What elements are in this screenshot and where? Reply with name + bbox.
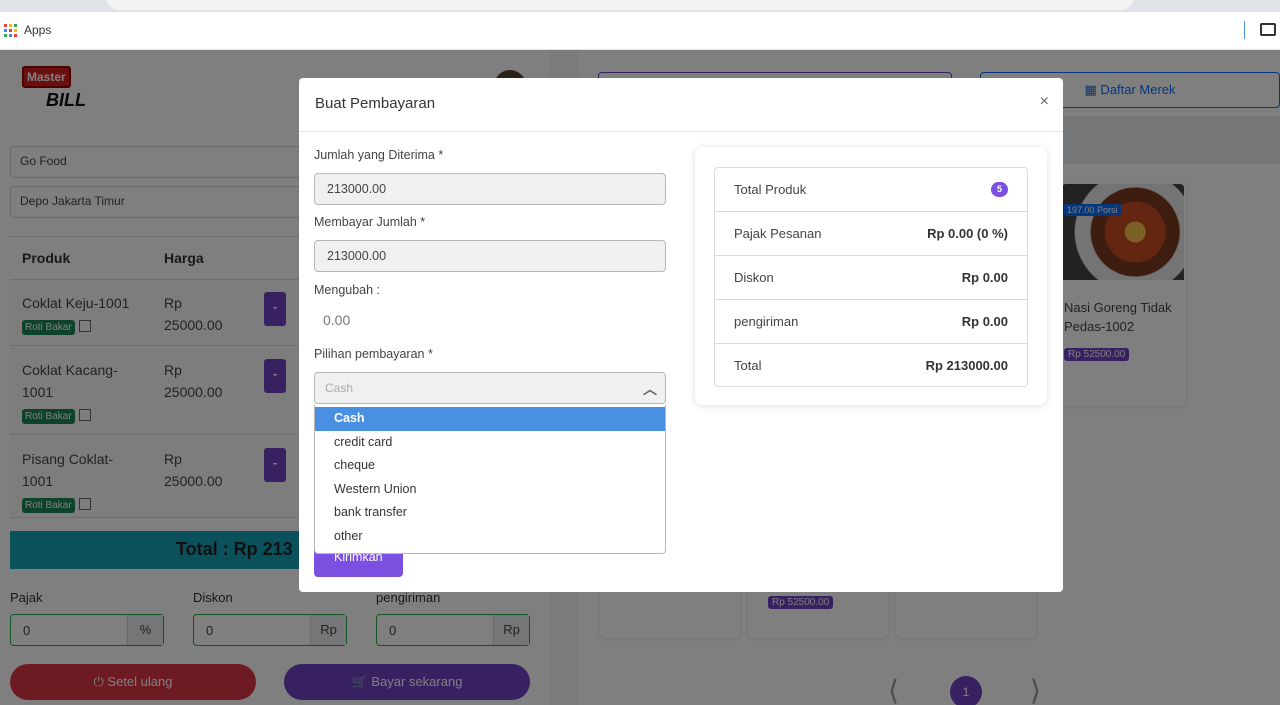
summary-value: Rp 0.00 bbox=[961, 314, 1008, 329]
list-item: Total Produk 5 bbox=[715, 168, 1027, 212]
summary-value: Rp 0.00 bbox=[961, 270, 1008, 285]
modal-title: Buat Pembayaran bbox=[315, 95, 436, 112]
summary-label: pengiriman bbox=[734, 314, 799, 329]
payment-method-dropdown: Cash credit card cheque Western Union ba… bbox=[314, 405, 666, 554]
summary-label: Diskon bbox=[734, 270, 774, 285]
payment-option-other[interactable]: other bbox=[315, 525, 665, 549]
payment-option-cheque[interactable]: cheque bbox=[315, 454, 665, 478]
address-bar[interactable] bbox=[106, 0, 1134, 10]
apps-grid-icon[interactable] bbox=[4, 24, 17, 37]
product-count-badge: 5 bbox=[991, 182, 1008, 197]
list-item: Diskon Rp 0.00 bbox=[715, 256, 1027, 300]
change-value: 0.00 bbox=[323, 312, 351, 328]
payment-modal: Buat Pembayaran × Jumlah yang Diterima *… bbox=[299, 78, 1063, 592]
change-label: Mengubah : bbox=[314, 283, 381, 297]
bookmarks-bar: Apps bbox=[0, 12, 1280, 50]
list-item: Total Rp 213000.00 bbox=[715, 344, 1027, 386]
pay-amount-label: Membayar Jumlah * bbox=[314, 215, 426, 229]
pay-amount-input[interactable]: 213000.00 bbox=[314, 240, 666, 272]
payment-option-label: Pilihan pembayaran * bbox=[314, 347, 433, 361]
summary-label: Total Produk bbox=[734, 182, 807, 197]
modal-divider bbox=[299, 131, 1063, 132]
payment-option-bank-transfer[interactable]: bank transfer bbox=[315, 501, 665, 525]
bookmarks-separator bbox=[1244, 21, 1245, 39]
summary-total-value: Rp 213000.00 bbox=[925, 358, 1008, 373]
received-amount-label: Jumlah yang Diterima * bbox=[314, 148, 444, 162]
payment-option-western-union[interactable]: Western Union bbox=[315, 478, 665, 502]
payment-option-credit-card[interactable]: credit card bbox=[315, 431, 665, 455]
list-item: pengiriman Rp 0.00 bbox=[715, 300, 1027, 344]
list-item: Pajak Pesanan Rp 0.00 (0 %) bbox=[715, 212, 1027, 256]
close-icon[interactable]: × bbox=[1040, 93, 1049, 111]
payment-summary-card: Total Produk 5 Pajak Pesanan Rp 0.00 (0 … bbox=[695, 147, 1047, 405]
summary-list: Total Produk 5 Pajak Pesanan Rp 0.00 (0 … bbox=[714, 167, 1028, 387]
payment-option-cash[interactable]: Cash bbox=[315, 407, 665, 431]
summary-value: Rp 0.00 (0 %) bbox=[927, 226, 1008, 241]
browser-toolbar bbox=[0, 0, 1280, 12]
received-amount-input[interactable]: 213000.00 bbox=[314, 173, 666, 205]
payment-method-select[interactable]: Cash ︿ bbox=[314, 372, 666, 404]
payment-method-placeholder: Cash bbox=[325, 381, 354, 395]
summary-label: Total bbox=[734, 358, 762, 373]
apps-bookmark[interactable]: Apps bbox=[24, 23, 51, 37]
folder-icon[interactable] bbox=[1260, 23, 1276, 36]
summary-label: Pajak Pesanan bbox=[734, 226, 822, 241]
chevron-up-icon[interactable]: ︿ bbox=[643, 379, 657, 399]
